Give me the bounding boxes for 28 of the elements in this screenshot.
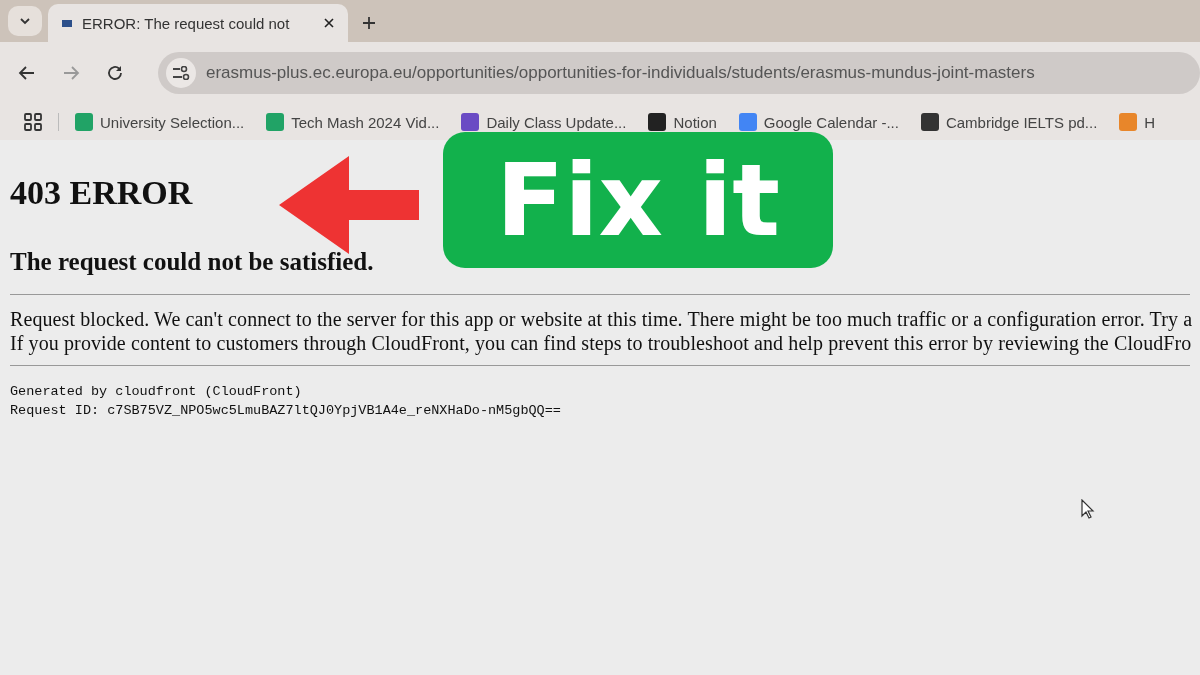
error-message-line: Request blocked. We can't connect to the server for this app or website at this time. There might be too much traffic or a configuration error. Try a <box>10 307 1190 331</box>
back-icon[interactable] <box>18 65 36 81</box>
bookmark-item[interactable]: University Selection... <box>75 113 245 131</box>
favicon-icon <box>62 19 72 27</box>
bookmark-item[interactable]: Notion <box>648 113 717 131</box>
address-bar[interactable]: erasmus-plus.ec.europa.eu/opportunities/opportunities-for-individuals/students/erasmus-mundus-joint-masters <box>158 52 1200 94</box>
tab-list-button[interactable] <box>8 6 42 36</box>
bookmark-item[interactable]: Daily Class Update... <box>461 113 627 131</box>
fix-it-banner: Fix it <box>443 132 833 268</box>
site-settings-icon[interactable] <box>166 58 196 88</box>
close-icon[interactable] <box>324 18 334 28</box>
bookmark-item[interactable]: Cambridge IELTS pd... <box>920 113 1098 131</box>
reload-icon[interactable] <box>106 64 124 82</box>
error-message-line: If you provide content to customers through CloudFront, you can find steps to troubleshoot and help prevent this error by reviewing the CloudFro <box>10 331 1190 355</box>
mouse-pointer-icon <box>1081 499 1095 519</box>
arrow-icon <box>279 156 419 254</box>
url-text: erasmus-plus.ec.europa.eu/opportunities/opportunities-for-individuals/students/erasmus-mundus-joint-masters <box>206 63 1035 83</box>
new-tab-icon[interactable] <box>362 16 376 30</box>
tab-title: ERROR: The request could not <box>82 14 291 32</box>
apps-grid-icon[interactable] <box>24 113 42 131</box>
bookmark-item[interactable]: H <box>1119 113 1156 131</box>
chevron-down-icon <box>19 17 31 25</box>
bookmark-item[interactable]: Tech Mash 2024 Vid... <box>266 113 440 131</box>
generated-info-line: Generated by cloudfront (CloudFront) <box>10 383 303 401</box>
bookmark-item[interactable]: Google Calendar -... <box>738 113 899 131</box>
error-subheading: The request could not be satisfied. <box>10 248 375 276</box>
browser-tab[interactable]: ERROR: The request could not <box>48 4 348 42</box>
generated-info-line: Request ID: c7SB75VZ_NPO5wc5LmuBAZ7ltQJ0YpjVB1A4e_reNXHaDo-nM5gbQQ== <box>10 402 562 420</box>
